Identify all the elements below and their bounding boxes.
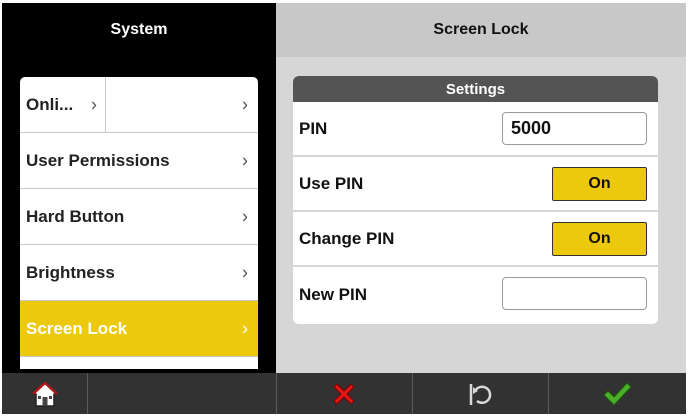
setting-row-use-pin: Use PIN On: [293, 157, 658, 212]
menu-item-hard-button[interactable]: Hard Button ›: [20, 189, 258, 245]
chevron-right-icon: ›: [242, 94, 248, 114]
chevron-right-icon: ›: [242, 318, 248, 338]
menu-item-user-permissions[interactable]: User Permissions ›: [20, 133, 258, 189]
settings-title: Settings: [293, 76, 658, 102]
chevron-right-icon: ›: [242, 150, 248, 170]
reset-button[interactable]: [412, 373, 548, 414]
right-panel-header: Screen Lock: [276, 3, 686, 57]
chevron-right-icon: ›: [242, 262, 248, 282]
use-pin-label: Use PIN: [299, 173, 364, 193]
cancel-button[interactable]: [276, 373, 412, 414]
home-button[interactable]: [2, 373, 87, 414]
menu-item-label: Onli...: [26, 94, 74, 114]
cancel-x-icon: [333, 382, 355, 405]
menu-item-label: Screen Lock: [26, 318, 128, 338]
setting-row-pin: PIN 5000: [293, 102, 658, 157]
settings-card: Settings PIN 5000 Use PIN On Change PIN …: [293, 76, 658, 324]
confirm-check-icon: [603, 381, 632, 406]
change-pin-label: Change PIN: [299, 228, 395, 248]
menu-item-label: User Permissions: [26, 150, 170, 170]
change-pin-toggle[interactable]: On: [552, 222, 647, 256]
chevron-right-icon: ›: [242, 206, 248, 226]
menu-item-online-main[interactable]: Onli... ›: [20, 77, 106, 132]
menu-item-label: Brightness: [26, 262, 115, 282]
bottom-toolbar: [2, 373, 686, 414]
app-window: System Onli... › › User Permissions › Ha…: [2, 3, 686, 414]
chevron-right-icon: ›: [91, 94, 97, 114]
pin-field[interactable]: 5000: [502, 112, 647, 145]
home-icon: [31, 381, 58, 407]
menu-item-online: Onli... › ›: [20, 77, 258, 133]
system-menu: Onli... › › User Permissions › Hard Butt…: [20, 77, 258, 369]
confirm-button[interactable]: [548, 373, 686, 414]
setting-row-new-pin: New PIN: [293, 267, 658, 322]
left-panel-title: System: [110, 21, 168, 38]
new-pin-field[interactable]: [502, 277, 647, 310]
right-panel: Screen Lock Settings PIN 5000 Use PIN On…: [276, 3, 686, 373]
left-panel-header: System: [2, 3, 276, 57]
menu-item-online-secondary[interactable]: ›: [106, 77, 258, 132]
right-panel-title: Screen Lock: [433, 21, 529, 38]
menu-item-brightness[interactable]: Brightness ›: [20, 245, 258, 301]
use-pin-toggle[interactable]: On: [552, 167, 647, 201]
setting-row-change-pin: Change PIN On: [293, 212, 658, 267]
new-pin-label: New PIN: [299, 284, 368, 304]
settings-title-text: Settings: [445, 80, 506, 98]
menu-item-label: Hard Button: [26, 206, 125, 226]
use-pin-toggle-value: On: [588, 175, 611, 192]
change-pin-toggle-value: On: [588, 230, 611, 247]
menu-item-screen-lock[interactable]: Screen Lock ›: [20, 301, 258, 357]
toolbar-divider: [87, 373, 88, 414]
pin-label: PIN: [299, 118, 328, 138]
pin-value: 5000: [511, 118, 552, 138]
reset-icon: [469, 383, 492, 405]
